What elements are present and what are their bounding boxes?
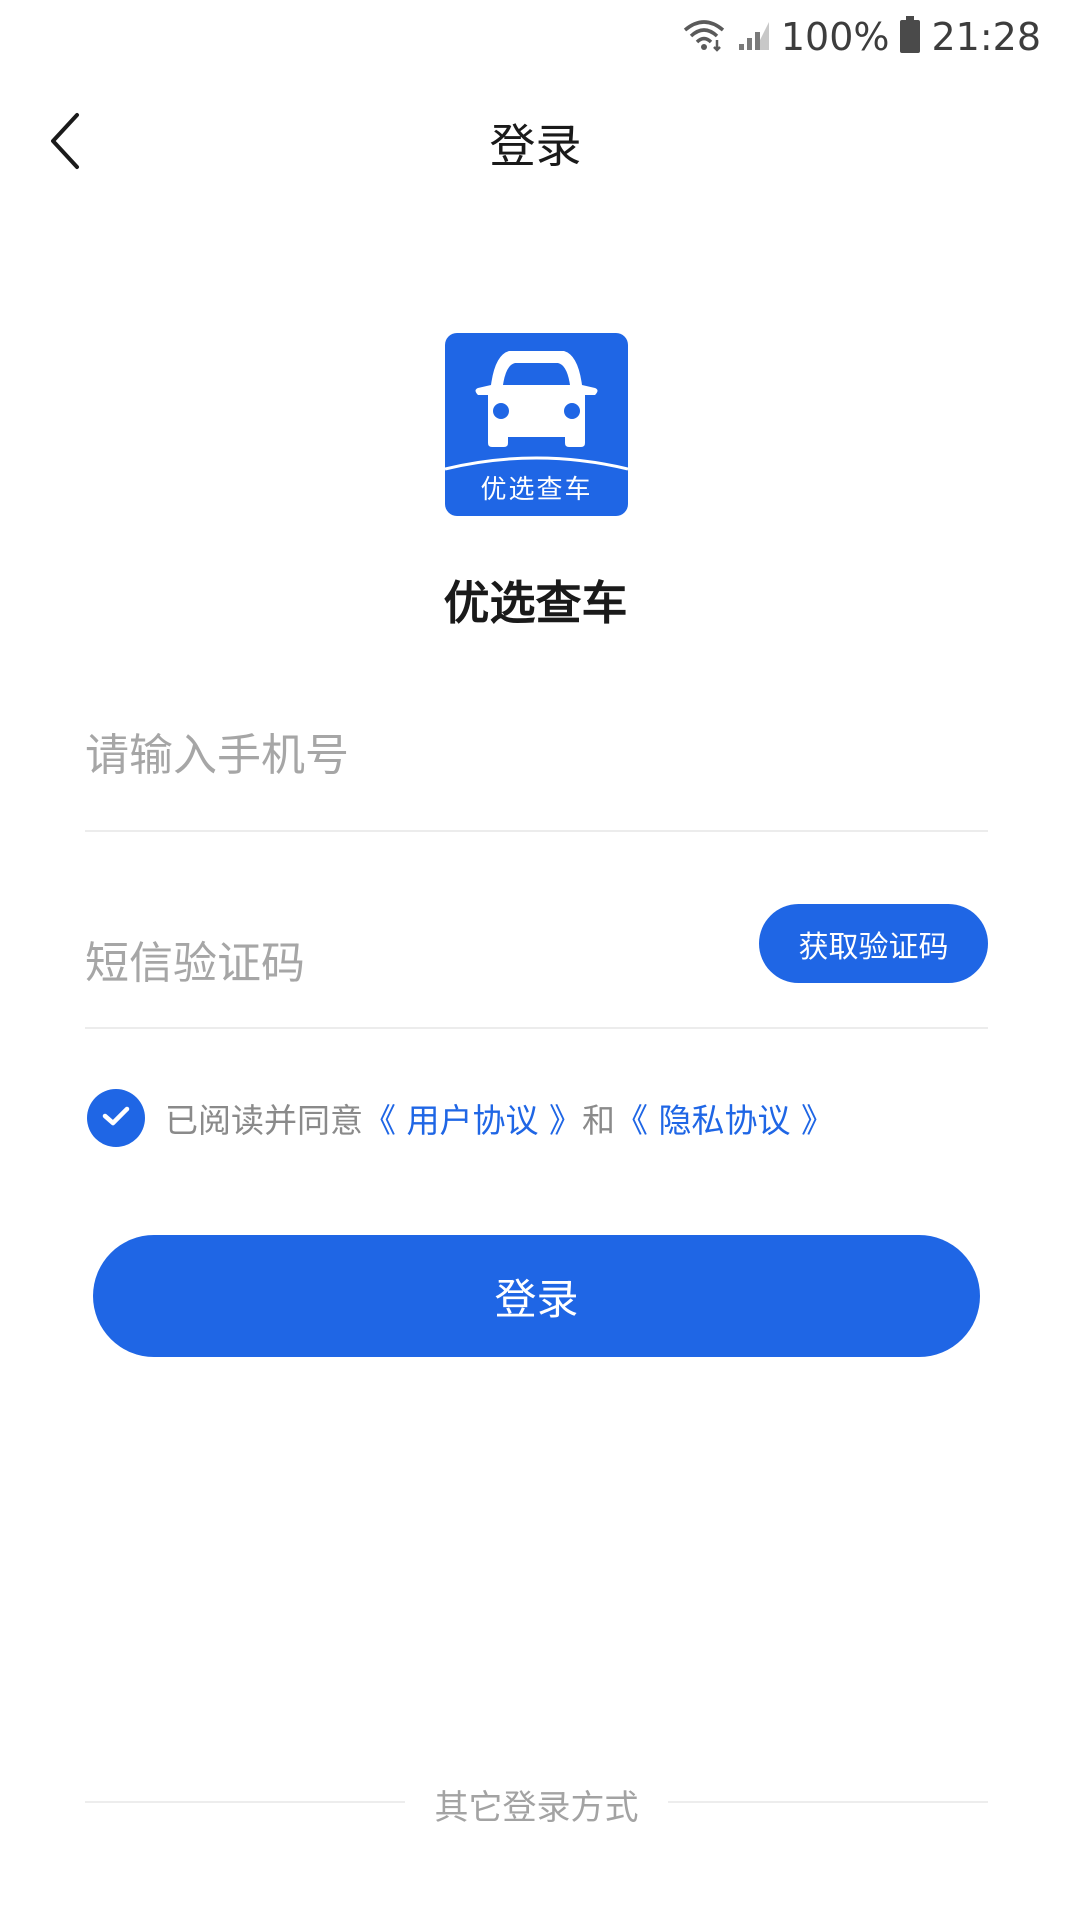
battery-percent: 100% (780, 15, 890, 59)
phone-field (85, 700, 988, 832)
agreement-row: 已阅读并同意 《 用户协议 》 和 《 隐私协议 》 (87, 1089, 834, 1147)
wifi-icon (681, 18, 727, 56)
sms-code-input[interactable] (85, 928, 685, 998)
app-logo: 优选查车 (445, 333, 628, 516)
other-login-section: 其它登录方式 (85, 1780, 988, 1830)
get-code-button[interactable]: 获取验证码 (759, 904, 988, 983)
privacy-policy-link[interactable]: 《 隐私协议 》 (615, 1094, 834, 1142)
user-agreement-link[interactable]: 《 用户协议 》 (363, 1094, 582, 1142)
battery-icon (899, 16, 921, 58)
status-icons: 100% 21:28 (681, 12, 1041, 62)
logo-text: 优选查车 (480, 475, 593, 505)
agreement-conjunction: 和 (581, 1101, 615, 1140)
agreement-prefix: 已阅读并同意 (165, 1101, 363, 1140)
check-icon (101, 1104, 131, 1132)
sms-code-field: 获取验证码 (85, 890, 988, 1029)
app-name: 优选查车 (443, 576, 628, 630)
divider-right (668, 1801, 988, 1803)
signal-icon (737, 18, 771, 56)
other-login-label[interactable]: 其它登录方式 (85, 1780, 988, 1829)
phone-input[interactable] (85, 720, 965, 790)
agreement-checkbox[interactable] (87, 1089, 145, 1147)
status-bar: 100% 21:28 (0, 0, 1071, 76)
login-button[interactable]: 登录 (93, 1235, 980, 1357)
clock: 21:28 (931, 15, 1041, 59)
page-title: 登录 (489, 119, 582, 173)
nav-bar: 登录 (0, 90, 1071, 186)
